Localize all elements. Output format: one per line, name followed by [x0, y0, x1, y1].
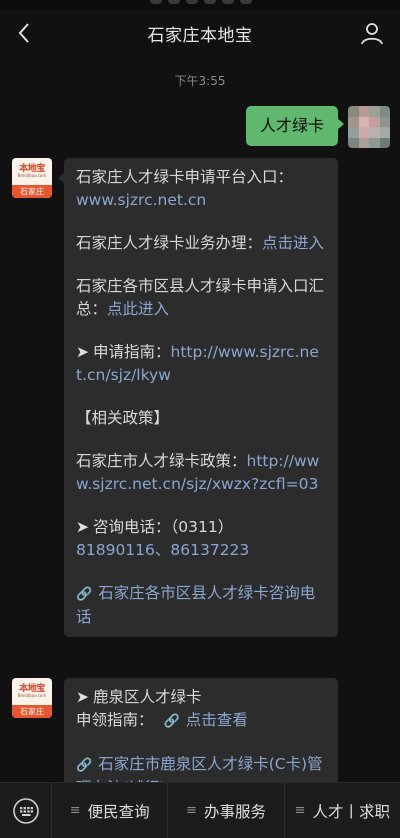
avatar-brand-sub: Bendibao.com	[17, 693, 47, 698]
avatar-city: 石家庄	[12, 185, 52, 198]
outgoing-message-row: 人才绿卡	[245, 106, 390, 148]
menu-lines-icon: ≡	[69, 803, 81, 818]
business-entry-label: 石家庄人才绿卡业务办理：	[76, 234, 263, 252]
district-hotline-entry: 🔗 石家庄各市区县人才绿卡咨询电话	[76, 582, 326, 629]
menu-label: 办事服务	[203, 802, 266, 821]
keyboard-icon[interactable]	[0, 782, 52, 838]
chevron-left-icon[interactable]	[10, 19, 38, 47]
business-entry-link[interactable]: 点击进入	[262, 234, 324, 252]
luquan-guide: 申领指南： 🔗 点击查看	[76, 709, 326, 733]
luquan-guide-label: 申领指南：	[76, 711, 154, 729]
hotline-label: 咨询电话：（0311）	[93, 518, 234, 536]
avatar-brand-sub: Bendibao.com	[17, 173, 47, 178]
luquan-title-text: 鹿泉区人才绿卡	[93, 688, 202, 706]
link-icon: 🔗	[76, 758, 93, 773]
policy-label: 石家庄市人才绿卡政策：	[76, 452, 247, 470]
outgoing-message-bubble[interactable]: 人才绿卡	[245, 106, 345, 146]
district-hotline-link[interactable]: 石家庄各市区县人才绿卡咨询电话	[76, 584, 315, 626]
chat-header: 石家庄本地宝	[0, 10, 400, 56]
menu-label: 便民查询	[87, 802, 150, 821]
menu-talent-jobs[interactable]: ≡ 人才丨求职	[285, 783, 400, 838]
incoming-message-bubble: ➤鹿泉区人才绿卡 申领指南：🔗点击查看 🔗石家庄市鹿泉区人才绿卡(C卡)管理办法…	[64, 678, 338, 782]
menu-services[interactable]: ≡ 办事服务	[168, 782, 285, 838]
guide-label: 申请指南：	[93, 343, 171, 361]
menu-lines-icon: ≡	[186, 803, 197, 818]
page-title: 石家庄本地宝	[147, 25, 253, 46]
luquan-title: ➤ 鹿泉区人才绿卡	[76, 686, 326, 709]
menu-lines-icon: ≡	[294, 803, 306, 818]
link-icon: 🔗	[163, 714, 180, 729]
district-entry-link[interactable]: 点此进入	[107, 300, 169, 318]
district-entry: 石家庄各市区县人才绿卡申请入口汇总：点此进入	[76, 275, 326, 321]
hotline-entry: ➤ 咨询电话：（0311） 81890116、86137223	[76, 516, 326, 562]
guide-entry: ➤ 申请指南：http://www.sjzrc.net.cn/sjz/lkyw	[76, 341, 326, 387]
arrow-icon: ➤	[76, 688, 89, 706]
menu-label: 人才丨求职	[312, 802, 391, 821]
hotline-phones[interactable]: 81890116、86137223	[76, 541, 249, 559]
business-entry: 石家庄人才绿卡业务办理：点击进入	[76, 232, 326, 255]
bottom-menu-bar: ≡ 便民查询 ≡ 办事服务 ≡ 人才丨求职	[0, 782, 400, 838]
bot-avatar[interactable]: 本地宝 Bendibao.com 石家庄	[12, 678, 52, 718]
policy-entry: 石家庄市人才绿卡政策：http://www.sjzrc.net.cn/sjz/x…	[76, 450, 326, 496]
person-icon[interactable]	[358, 19, 386, 47]
status-bar	[0, 0, 400, 10]
bot-avatar[interactable]: 本地宝 Bendibao.com 石家庄	[12, 158, 52, 198]
luquan-guide-link[interactable]: 点击查看	[186, 711, 248, 729]
arrow-icon: ➤	[76, 518, 89, 536]
platform-entry-link[interactable]: www.sjzrc.net.cn	[76, 191, 206, 209]
link-icon: 🔗	[76, 587, 93, 602]
menu-convenience-query[interactable]: ≡ 便民查询	[52, 782, 169, 838]
incoming-message-bubble: 石家庄人才绿卡申请平台入口： www.sjzrc.net.cn 石家庄人才绿卡业…	[58, 158, 338, 637]
avatar-city: 石家庄	[12, 705, 52, 718]
avatar[interactable]	[348, 106, 390, 148]
arrow-icon: ➤	[76, 343, 89, 361]
platform-entry-label: 石家庄人才绿卡申请平台入口：	[76, 168, 294, 186]
message-timestamp: 下午3:55	[174, 74, 226, 88]
luquan-policy: 🔗石家庄市鹿泉区人才绿卡(C卡)管理办法(试行)	[76, 753, 326, 782]
luquan-policy-link[interactable]: 石家庄市鹿泉区人才绿卡(C卡)管理办法(试行)	[76, 755, 323, 782]
platform-entry: 石家庄人才绿卡申请平台入口： www.sjzrc.net.cn	[76, 166, 326, 212]
policy-heading: 【相关政策】	[76, 409, 170, 427]
